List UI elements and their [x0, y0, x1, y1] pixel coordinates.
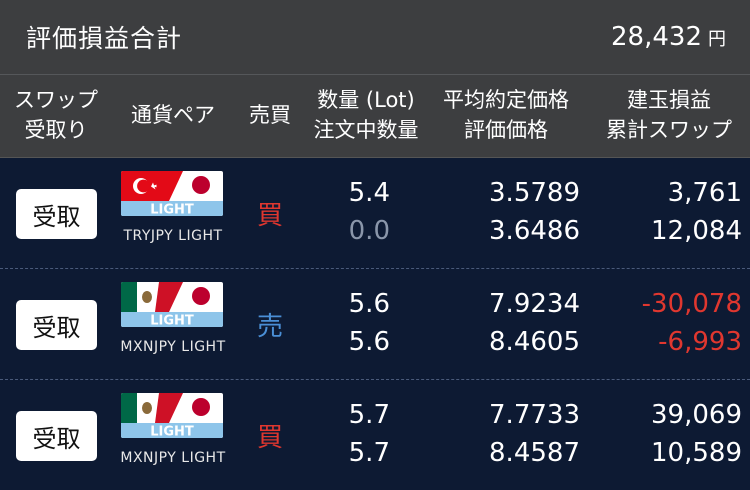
side-buy-label: 買	[256, 201, 283, 231]
position-row[interactable]: 受取 LIGHT MXNJPY LIGHT 売 5.6 5.6 7.9234 8…	[0, 269, 750, 380]
total-pl-unit: 円	[708, 29, 726, 50]
position-pl: 3,761	[667, 178, 742, 208]
mexico-japan-flag-icon: LIGHT	[121, 282, 223, 327]
side-buy-label: 買	[256, 423, 283, 453]
average-price: 7.9234	[489, 289, 580, 319]
header-qty: 数量 (Lot) 注文中数量	[300, 85, 432, 145]
pending-quantity: 5.7	[348, 438, 390, 468]
average-price: 7.7733	[489, 400, 580, 430]
header-price: 平均約定価格 評価価格	[430, 85, 582, 145]
position-row[interactable]: 受取 LIGHT MXNJPY LIGHT 買 5.7 5.7 7.7733 8…	[0, 380, 750, 490]
receive-swap-button[interactable]: 受取	[16, 189, 97, 239]
pair-name: MXNJPY LIGHT	[120, 450, 226, 466]
header-price-line1: 平均約定価格	[443, 88, 569, 112]
header-swap: スワップ 受取り	[2, 85, 110, 145]
evaluation-price: 8.4605	[489, 327, 580, 357]
header-qty-line1: 数量 (Lot)	[317, 88, 415, 112]
header-qty-line2: 注文中数量	[313, 118, 419, 142]
total-pl-value: 28,432	[611, 22, 702, 52]
lot-quantity: 5.4	[348, 178, 390, 208]
lot-quantity: 5.6	[348, 289, 390, 319]
svg-text:LIGHT: LIGHT	[150, 425, 194, 439]
header-swap-line1: スワップ	[14, 88, 98, 112]
table-header: スワップ 受取り 通貨ペア 売買 数量 (Lot) 注文中数量 平均約定価格 評…	[0, 74, 750, 158]
pair-name: MXNJPY LIGHT	[120, 339, 226, 355]
mexico-japan-flag-icon: LIGHT	[121, 393, 223, 438]
cumulative-swap: 12,084	[651, 216, 742, 246]
total-pl-label: 評価損益合計	[26, 24, 183, 53]
side-sell-label: 売	[256, 312, 283, 342]
position-pl: -30,078	[641, 289, 742, 319]
cumulative-swap: 10,589	[651, 438, 742, 468]
pending-quantity: 0.0	[348, 216, 390, 246]
lot-quantity: 5.7	[348, 400, 390, 430]
header-price-line2: 評価価格	[464, 118, 548, 142]
receive-swap-button[interactable]: 受取	[16, 300, 97, 350]
header-pair: 通貨ペア	[131, 103, 215, 127]
positions-list: 受取 LIGHT TRYJPY LIGHT 買 5.4 0.0 3.5789 3…	[0, 158, 750, 490]
position-pl: 39,069	[651, 400, 742, 430]
pl-summary-bar: 評価損益合計 28,432 円	[0, 0, 750, 74]
svg-text:LIGHT: LIGHT	[150, 203, 194, 217]
average-price: 3.5789	[489, 178, 580, 208]
header-pl-line1: 建玉損益	[627, 88, 711, 112]
evaluation-price: 8.4587	[489, 438, 580, 468]
turkey-japan-flag-icon: LIGHT	[121, 171, 223, 216]
position-row[interactable]: 受取 LIGHT TRYJPY LIGHT 買 5.4 0.0 3.5789 3…	[0, 158, 750, 269]
header-side: 売買	[249, 103, 291, 127]
header-pl: 建玉損益 累計スワップ	[592, 85, 746, 145]
header-swap-line2: 受取り	[24, 118, 88, 142]
svg-text:LIGHT: LIGHT	[150, 314, 194, 328]
pending-quantity: 5.6	[348, 327, 390, 357]
header-pl-line2: 累計スワップ	[606, 118, 732, 142]
pair-name: TRYJPY LIGHT	[123, 228, 223, 244]
cumulative-swap: -6,993	[658, 327, 742, 357]
total-pl-value-group: 28,432 円	[611, 22, 726, 52]
receive-swap-button[interactable]: 受取	[16, 411, 97, 461]
evaluation-price: 3.6486	[489, 216, 580, 246]
